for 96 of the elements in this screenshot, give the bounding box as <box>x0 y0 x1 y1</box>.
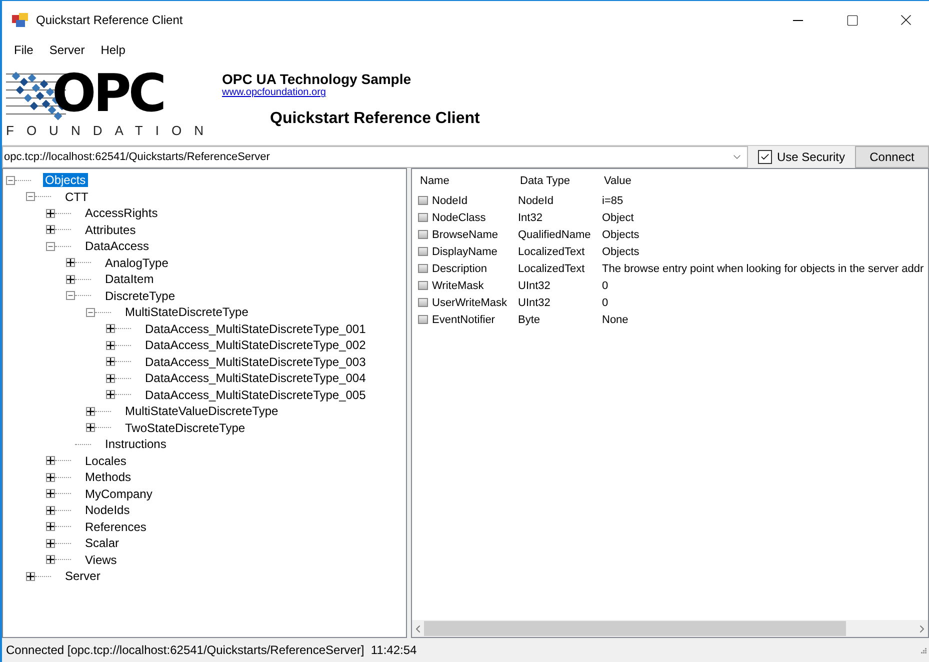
table-cell-text: QualifiedName <box>518 228 592 242</box>
expand-icon[interactable] <box>66 274 75 284</box>
tree-item[interactable]: DataAccess_MultiStateDiscreteType_004 <box>143 371 368 386</box>
table-cell: Description <box>432 262 488 274</box>
table-cell: UserWriteMask <box>432 296 507 308</box>
table-cell-text: Object <box>602 210 635 226</box>
table-cell-text: UInt32 <box>518 296 552 310</box>
expand-icon[interactable] <box>46 538 55 548</box>
expand-icon[interactable] <box>46 506 55 515</box>
status-text: Connected [opc.tcp://localhost:62541/Quickstarts/ReferenceServer] 11:42:54 <box>6 643 417 657</box>
use-security-checkbox[interactable] <box>758 150 772 164</box>
collapse-icon[interactable] <box>26 192 35 202</box>
column-header[interactable]: Data Type <box>518 175 602 192</box>
collapse-icon[interactable] <box>86 308 95 317</box>
column-header[interactable]: Value <box>602 175 928 192</box>
tree-item[interactable]: NodeIds <box>83 503 132 518</box>
logo-caption: FOUNDATION <box>6 123 202 138</box>
table-cell: BrowseName <box>432 228 498 240</box>
expand-icon[interactable] <box>86 406 95 416</box>
tree-item[interactable]: CTT <box>63 190 90 204</box>
table-cell-text: LocalizedText <box>518 262 586 276</box>
expand-icon[interactable] <box>46 225 55 234</box>
expand-icon[interactable] <box>46 208 55 218</box>
expand-icon[interactable] <box>46 555 55 564</box>
expand-icon[interactable] <box>46 472 55 482</box>
window-title: Quickstart Reference Client <box>36 13 184 27</box>
collapse-icon[interactable] <box>6 176 15 185</box>
tree-item[interactable]: DataAccess <box>83 239 152 254</box>
menu-item[interactable]: Server <box>41 41 93 59</box>
expand-icon[interactable] <box>106 390 115 400</box>
tree-item[interactable]: TwoStateDiscreteType <box>123 420 248 435</box>
expand-icon[interactable] <box>106 374 115 383</box>
connect-button[interactable]: Connect <box>855 146 929 168</box>
tree-item[interactable]: AnalogType <box>103 256 170 270</box>
expand-icon[interactable] <box>66 258 75 268</box>
table-cell-text: Byte <box>518 312 542 328</box>
table-cell-text: NodeId <box>518 194 554 208</box>
tree-item[interactable]: Methods <box>83 470 134 484</box>
expand-icon[interactable] <box>106 324 115 334</box>
table-cell: DisplayName <box>432 246 498 258</box>
tree-item[interactable]: DataAccess_MultiStateDiscreteType_003 <box>143 354 368 369</box>
column-header[interactable]: Name <box>418 175 518 192</box>
expand-icon[interactable] <box>106 357 115 366</box>
table-cell-text: 0 <box>602 296 610 310</box>
collapse-icon[interactable] <box>46 242 55 251</box>
menu-item[interactable]: File <box>6 41 42 59</box>
banner-heading: OPC UA Technology Sample <box>222 71 412 87</box>
tree-item[interactable]: DataAccess_MultiStateDiscreteType_005 <box>143 388 368 402</box>
expand-icon[interactable] <box>46 456 55 466</box>
tree-item[interactable]: AccessRights <box>83 206 160 220</box>
table-cell-text: Objects <box>602 244 640 260</box>
expand-icon[interactable] <box>106 340 115 350</box>
app-icon <box>12 13 28 27</box>
tree-item[interactable]: Instructions <box>103 437 168 452</box>
maximize-icon <box>846 14 858 26</box>
table-cell-text: The browse entry point when looking for objects in the server addr <box>602 262 925 276</box>
checkbox-label: Use Security <box>776 150 845 164</box>
table-cell-text: Int32 <box>518 210 544 226</box>
tree-item[interactable]: References <box>83 520 148 534</box>
checkmark-icon <box>760 152 770 162</box>
banner-subtitle: Quickstart Reference Client <box>270 110 480 128</box>
table-cell-text: None <box>602 312 630 328</box>
table-cell-text: UInt32 <box>518 278 552 294</box>
table-cell-text: 0 <box>602 278 610 294</box>
tree-item[interactable]: DataAccess_MultiStateDiscreteType_002 <box>143 338 368 352</box>
tree-item[interactable]: Views <box>83 552 119 567</box>
tree-item[interactable]: Server <box>63 569 102 584</box>
server-url-dropdown[interactable]: opc.tcp://localhost:62541/Quickstarts/ReferenceServer <box>2 146 748 168</box>
tree-item[interactable]: DataAccess_MultiStateDiscreteType_001 <box>143 322 368 336</box>
table-cell: WriteMask <box>432 280 484 292</box>
collapse-icon[interactable] <box>66 291 75 300</box>
website-link[interactable]: www.opcfoundation.org <box>222 87 480 98</box>
tree-item[interactable]: MultiStateDiscreteType <box>123 305 250 320</box>
table-cell-text: Objects <box>602 228 640 242</box>
table-cell-text: LocalizedText <box>518 244 586 260</box>
tree-item[interactable]: MyCompany <box>83 486 154 501</box>
logo-text: OPC <box>52 68 164 120</box>
expand-icon[interactable] <box>46 489 55 498</box>
menu-item[interactable]: Help <box>92 41 134 59</box>
table-cell: NodeClass <box>432 212 486 224</box>
table-cell: NodeId <box>432 194 468 206</box>
tree-item[interactable]: DataItem <box>103 272 156 286</box>
tree-item[interactable]: MultiStateValueDiscreteType <box>123 404 280 418</box>
scrollbar-thumb[interactable] <box>424 621 846 636</box>
table-cell-text: i=85 <box>602 194 624 208</box>
horizontal-scrollbar[interactable] <box>412 620 928 637</box>
tree-item[interactable]: Objects <box>43 173 88 188</box>
expand-icon[interactable] <box>46 522 55 532</box>
tree-item[interactable]: DiscreteType <box>103 288 178 303</box>
tree-item[interactable]: Scalar <box>83 536 122 550</box>
tree-item[interactable]: Attributes <box>83 222 138 237</box>
tree-item[interactable]: Locales <box>83 454 128 468</box>
resize-grip-icon <box>919 646 927 654</box>
expand-icon[interactable] <box>26 572 35 581</box>
expand-icon[interactable] <box>86 423 95 432</box>
table-cell: EventNotifier <box>432 314 495 326</box>
